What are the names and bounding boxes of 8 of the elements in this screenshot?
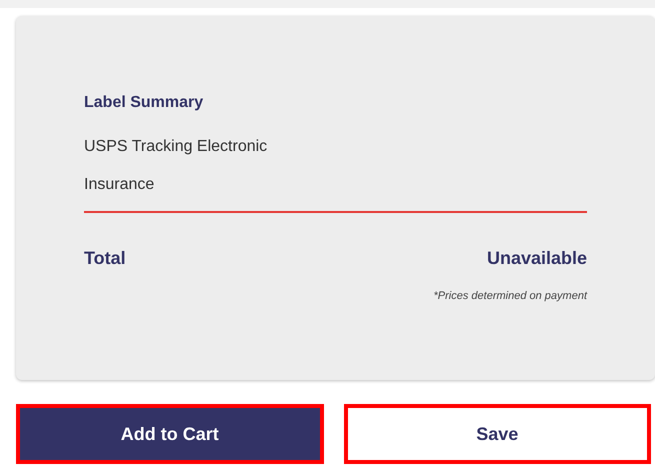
add-to-cart-button[interactable]: Add to Cart [16, 404, 324, 464]
price-note: *Prices determined on payment [434, 290, 587, 302]
total-value: Unavailable [486, 247, 587, 270]
line-item: Insurance [84, 176, 154, 194]
total-label: Total [84, 247, 126, 270]
line-item: USPS Tracking Electronic [84, 138, 268, 155]
save-button[interactable]: Save [344, 404, 651, 464]
summary-title: Label Summary [84, 93, 204, 113]
